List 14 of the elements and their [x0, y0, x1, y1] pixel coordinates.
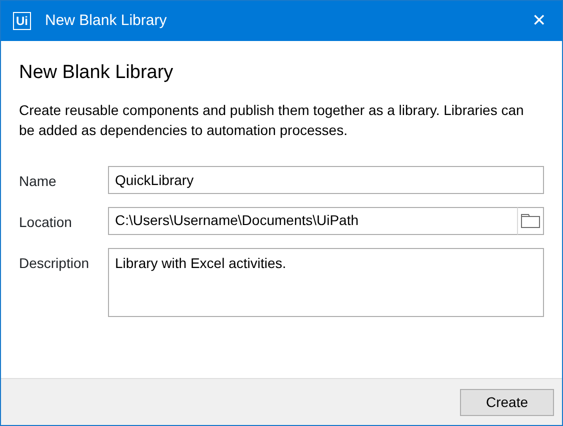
window-title: New Blank Library — [45, 10, 167, 31]
name-field[interactable]: QuickLibrary — [108, 166, 544, 194]
create-button[interactable]: Create — [460, 388, 554, 416]
folder-icon — [521, 213, 540, 228]
field-label: Location — [19, 212, 73, 232]
field-label: Name — [19, 172, 58, 190]
dialog-heading: New Blank Library — [19, 61, 174, 85]
dialog-description: Create reusable components and publish them together as a library. Libraries can be added as dependencies to automation processes. — [19, 100, 524, 140]
description-field[interactable]: Library with Excel activities. — [108, 248, 544, 316]
location-field[interactable]: C:\Users\Username\Documents\UiPath — [108, 206, 518, 234]
browse-button[interactable] — [518, 206, 544, 234]
close-button[interactable]: ✕ — [516, 1, 562, 41]
app-logo: Ui — [13, 12, 31, 30]
field-label: Description — [19, 254, 90, 273]
